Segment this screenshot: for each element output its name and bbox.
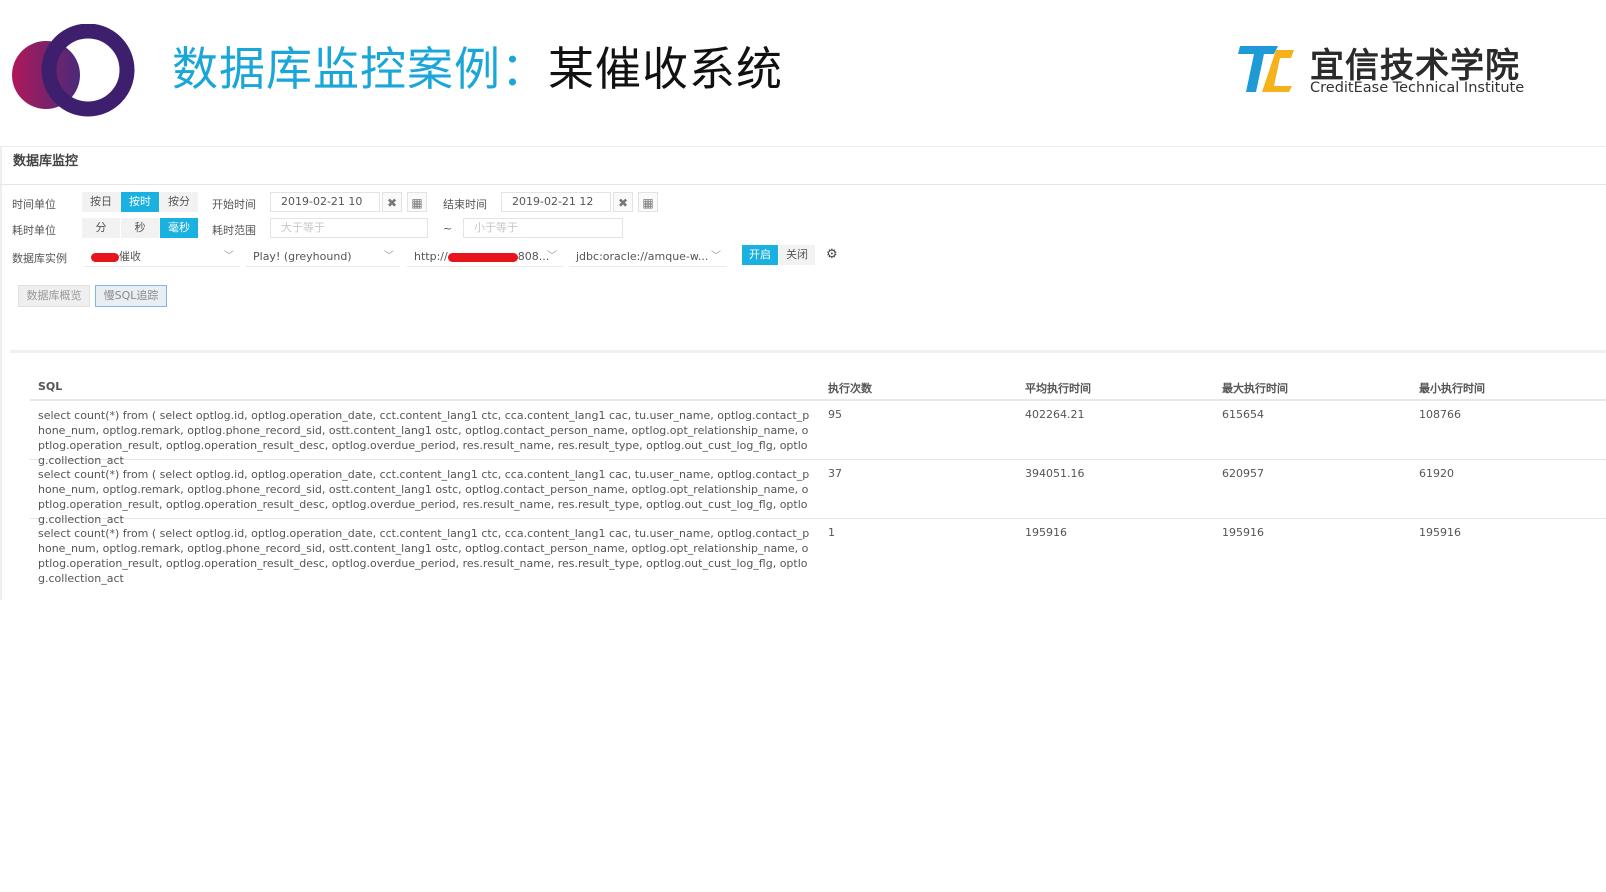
divider [0, 146, 1606, 147]
avg-cell: 394051.16 [1025, 467, 1085, 480]
sql-cell: select count(*) from ( select optlog.id,… [38, 527, 810, 585]
count-cell: 1 [828, 526, 835, 539]
calendar-icon[interactable]: ▦ [407, 192, 427, 212]
toggle-off-button[interactable]: 关闭 [779, 245, 816, 265]
duration-min-input[interactable]: 大于等于 [270, 218, 428, 238]
time-unit-minute-button[interactable]: 按分 [160, 192, 199, 212]
time-unit-label: 时间单位 [12, 198, 56, 211]
count-cell: 37 [828, 467, 842, 480]
avg-cell: 402264.21 [1025, 408, 1085, 421]
slide-title: 数据库监控案例：某催收系统 [172, 42, 783, 96]
end-time-label: 结束时间 [443, 198, 487, 211]
clear-end-time-icon[interactable]: ✖ [613, 192, 633, 212]
toggle-on-button[interactable]: 开启 [742, 245, 779, 265]
clear-start-time-icon[interactable]: ✖ [382, 192, 402, 212]
column-header-max[interactable]: 最大执行时间 [1222, 380, 1288, 396]
max-cell: 620957 [1222, 467, 1264, 480]
divider [0, 146, 2, 600]
divider [10, 350, 1606, 353]
max-cell: 195916 [1222, 526, 1264, 539]
start-time-label: 开始时间 [212, 198, 256, 211]
duration-unit-label: 耗时单位 [12, 224, 56, 237]
app-select[interactable]: Play! (greyhound) ﹀ [246, 247, 400, 267]
panel-title: 数据库监控 [13, 154, 79, 169]
db-monitor-panel: 数据库监控 时间单位 按日 按时 按分 开始时间 2019-02-21 10 ✖… [0, 146, 1606, 600]
duration-unit-sec-button[interactable]: 秒 [121, 218, 160, 238]
min-cell: 108766 [1419, 408, 1461, 421]
chevron-down-icon: ﹀ [547, 251, 557, 262]
column-header-sql[interactable]: SQL [38, 380, 62, 393]
table-row[interactable]: select count(*) from ( select optlog.id,… [30, 519, 1606, 585]
monitor-toggle: 开启 关闭 [742, 245, 816, 265]
chevron-down-icon: ﹀ [711, 251, 721, 262]
url-select[interactable]: http://808... ﹀ [407, 247, 563, 267]
jdbc-select[interactable]: jdbc:oracle://amque-w... ﹀ [569, 247, 727, 267]
time-unit-day-button[interactable]: 按日 [82, 192, 121, 212]
calendar-icon[interactable]: ▦ [638, 192, 658, 212]
time-unit-segmented: 按日 按时 按分 [82, 192, 199, 212]
avg-cell: 195916 [1025, 526, 1067, 539]
brand-logo: 宜信技术学院 CreditEase Technical Institute [1238, 38, 1538, 100]
max-cell: 615654 [1222, 408, 1264, 421]
redacted-mark [447, 252, 518, 262]
end-time-input[interactable]: 2019-02-21 12 [501, 192, 611, 212]
tab-db-overview[interactable]: 数据库概览 [18, 285, 90, 307]
system-select[interactable]: 催收 ﹀ [84, 247, 240, 267]
presentation-logo [12, 24, 135, 117]
start-time-input[interactable]: 2019-02-21 10 [270, 192, 380, 212]
duration-unit-segmented: 分 秒 毫秒 [82, 218, 199, 238]
redacted-mark [91, 252, 119, 262]
tab-slow-sql[interactable]: 慢SQL追踪 [95, 285, 167, 307]
table-row[interactable]: select count(*) from ( select optlog.id,… [30, 460, 1606, 526]
sql-cell: select count(*) from ( select optlog.id,… [38, 409, 810, 467]
column-header-min[interactable]: 最小执行时间 [1419, 380, 1485, 396]
min-cell: 195916 [1419, 526, 1461, 539]
column-header-avg[interactable]: 平均执行时间 [1025, 380, 1091, 396]
count-cell: 95 [828, 408, 842, 421]
min-cell: 61920 [1419, 467, 1454, 480]
column-header-count[interactable]: 执行次数 [828, 380, 872, 396]
chevron-down-icon: ﹀ [224, 251, 234, 262]
brand-mark-icon [1238, 46, 1294, 92]
duration-range-label: 耗时范围 [212, 224, 256, 237]
divider [0, 184, 1606, 185]
db-instance-label: 数据库实例 [12, 252, 67, 265]
brand-name-en: CreditEase Technical Institute [1310, 80, 1525, 96]
duration-unit-min-button[interactable]: 分 [82, 218, 121, 238]
duration-unit-ms-button[interactable]: 毫秒 [160, 218, 199, 238]
table-row[interactable]: select count(*) from ( select optlog.id,… [30, 401, 1606, 467]
sql-cell: select count(*) from ( select optlog.id,… [38, 468, 810, 526]
duration-max-input[interactable]: 小于等于 [463, 218, 623, 238]
chevron-down-icon: ﹀ [384, 251, 394, 262]
gear-icon[interactable]: ⚙ [826, 247, 838, 262]
time-unit-hour-button[interactable]: 按时 [121, 192, 160, 212]
range-separator: ~ [443, 222, 453, 235]
